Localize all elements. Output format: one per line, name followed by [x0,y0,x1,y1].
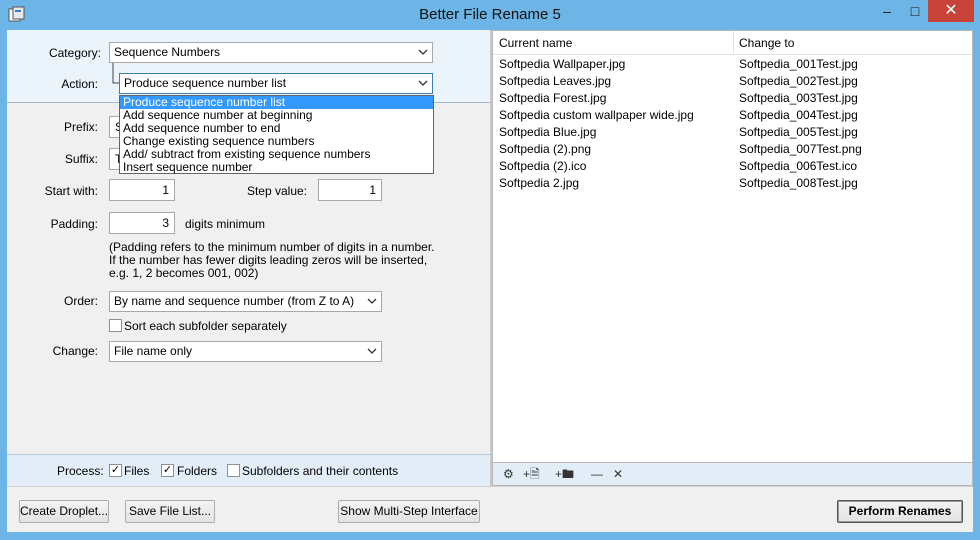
action-value: Produce sequence number list [124,76,287,90]
padding-label: Padding: [50,217,98,231]
window-title: Better File Rename 5 [419,6,561,23]
change-value: File name only [114,344,193,358]
prefix-label: Prefix: [63,120,98,134]
category-select[interactable]: Sequence Numbers [109,42,433,63]
add-folder-icon[interactable]: +🖿 [555,467,574,481]
close-icon[interactable]: ✕ [613,467,623,481]
change-label: Change: [52,344,98,358]
action-label: Action: [61,77,98,91]
perform-renames-button[interactable]: Perform Renames [837,500,963,523]
gear-icon[interactable]: ⚙ [503,467,514,481]
subfolders-label: Subfolders and their contents [242,464,399,478]
button-bar: Create Droplet... Save File List... Show… [7,486,973,532]
padding-note-line-1: (Padding refers to the minimum number of… [109,240,435,254]
app-window: Better File Rename 5 – □ ✕ Category: Seq… [0,0,980,540]
table-row[interactable]: Softpedia Forest.jpg Softpedia_003Test.jp… [493,90,972,107]
files-label: Files [124,464,150,478]
process-bar: Process: ✓ Files ✓ Folders Subfolders an… [7,454,490,486]
current-name-cell: Softpedia (2).png [499,142,592,156]
change-to-cell: Softpedia_008Test.jpg [739,176,858,190]
order-label: Order: [63,294,98,308]
minimize-icon[interactable]: – [874,0,900,22]
suffix-label: Suffix: [64,152,98,166]
file-list-toolbar: ⚙ +🗎 +🖿 — ✕ [492,463,973,486]
padding-suffix-label: digits minimum [185,217,266,231]
padding-note-line-2: If the number has fewer digits leading z… [109,253,428,267]
change-to-cell: Softpedia_004Test.jpg [739,108,858,122]
table-row[interactable]: Softpedia 2.jpg Softpedia_008Test.jpg [493,175,972,192]
add-file-icon[interactable]: +🗎 [523,467,540,481]
start-with-input[interactable]: 1 [109,179,175,201]
folders-label: Folders [177,464,218,478]
change-to-cell: Softpedia_001Test.jpg [739,57,858,71]
change-to-cell: Softpedia_002Test.jpg [739,74,858,88]
rule-selector-panel: Category: Sequence Numbers Action: Produ… [7,30,490,103]
chevron-down-icon [367,348,377,354]
order-value: By name and sequence number (from Z to A… [114,294,355,308]
column-header-change[interactable]: Change to [733,31,972,55]
table-row[interactable]: Softpedia Leaves.jpg Softpedia_002Test.jp… [493,73,972,90]
create-droplet-button[interactable]: Create Droplet... [19,500,109,523]
subfolders-checkbox[interactable] [227,464,240,477]
current-name-cell: Softpedia custom wallpaper wide.jpg [499,108,694,122]
maximize-icon[interactable]: □ [902,0,928,22]
chevron-down-icon [418,80,428,86]
category-value: Sequence Numbers [114,45,221,59]
files-checkbox[interactable]: ✓ [109,464,122,477]
chevron-down-icon [418,49,428,55]
save-file-list-button[interactable]: Save File List... [125,500,215,523]
close-icon[interactable]: ✕ [928,0,974,22]
folders-checkbox[interactable]: ✓ [161,464,174,477]
category-label: Category: [48,46,101,60]
table-row[interactable]: Softpedia Wallpaper.jpg Softpedia_001Test… [493,56,972,73]
step-value-input[interactable]: 1 [318,179,382,201]
change-to-cell: Softpedia_006Test.ico [739,159,858,173]
current-name-cell: Softpedia Leaves.jpg [499,74,612,88]
table-row[interactable]: Softpedia (2).ico Softpedia_006Test.ico [493,158,972,175]
action-option[interactable]: Insert sequence number [120,161,433,174]
chevron-down-icon [367,298,377,304]
current-name-cell: Softpedia Blue.jpg [499,125,597,139]
current-name-cell: Softpedia (2).ico [499,159,587,173]
padding-note-line-3: e.g. 1, 2 becomes 001, 002) [109,266,259,280]
minus-icon[interactable]: — [591,467,603,481]
table-row[interactable]: Softpedia custom wallpaper wide.jpg Softp… [493,107,972,124]
step-value-label: Step value: [246,184,307,198]
multi-step-interface-button[interactable]: Show Multi-Step Interface [338,500,480,523]
start-with-label: Start with: [44,184,98,198]
process-label: Process: [57,464,104,478]
file-list[interactable]: Current name Change to Softpedia Wallpap… [492,30,973,463]
change-to-cell: Softpedia_003Test.jpg [739,91,858,105]
table-row[interactable]: Softpedia (2).png Softpedia_007Test.png [493,141,972,158]
change-to-cell: Softpedia_005Test.jpg [739,125,858,139]
action-dropdown-list[interactable]: Produce sequence number list Add sequenc… [119,95,434,174]
current-name-cell: Softpedia Wallpaper.jpg [499,57,626,71]
action-select[interactable]: Produce sequence number list [119,73,433,94]
column-header-current[interactable]: Current name [493,31,733,55]
padding-input[interactable]: 3 [109,212,175,234]
current-name-cell: Softpedia 2.jpg [499,176,580,190]
order-select[interactable]: By name and sequence number (from Z to A… [109,291,382,312]
sort-subfolder-checkbox[interactable] [109,319,122,332]
sort-subfolder-label: Sort each subfolder separately [124,319,287,333]
title-bar: Better File Rename 5 – □ ✕ [0,0,980,30]
change-select[interactable]: File name only [109,341,382,362]
table-row[interactable]: Softpedia Blue.jpg Softpedia_005Test.jpg [493,124,972,141]
current-name-cell: Softpedia Forest.jpg [499,91,607,105]
change-to-cell: Softpedia_007Test.png [739,142,862,156]
